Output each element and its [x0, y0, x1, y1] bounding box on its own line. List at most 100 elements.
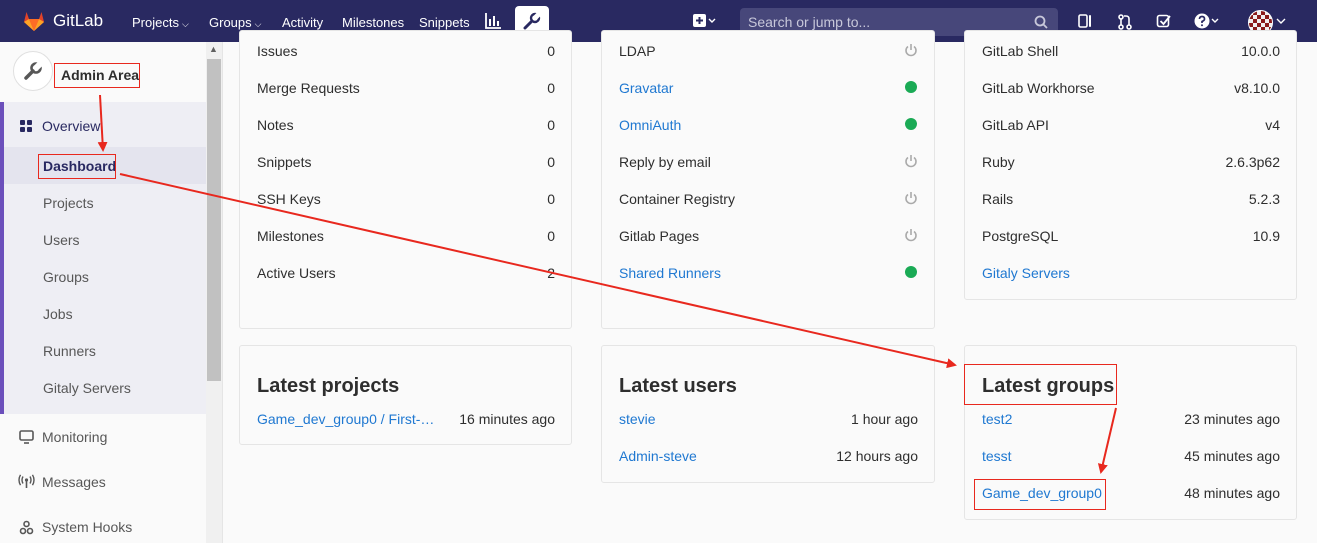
latest-projects-panel: Latest projects Game_dev_group0 / First-…	[239, 345, 572, 445]
sidebar-item-overview[interactable]: Overview	[42, 118, 100, 134]
chevron-down-icon: ⌵	[254, 19, 262, 29]
stat-value: 0	[547, 191, 555, 207]
component-version: 5.2.3	[1248, 191, 1280, 207]
nav-snippets-link[interactable]: Snippets	[419, 15, 470, 30]
stat-label: Notes	[257, 117, 294, 133]
annotation-box-group-link	[974, 479, 1106, 510]
group-time: 45 minutes ago	[1184, 448, 1280, 464]
component-version: 10.0.0	[1241, 43, 1280, 59]
user-link[interactable]: stevie	[619, 411, 656, 427]
feature-label: LDAP	[619, 43, 656, 59]
latest-users-heading: Latest users	[619, 375, 737, 397]
component-version: v8.10.0	[1234, 80, 1280, 96]
sidebar-scrollbar[interactable]: ▲	[206, 42, 222, 543]
group-link[interactable]: tesst	[982, 448, 1012, 464]
overview-grid-icon	[20, 120, 32, 132]
status-on-dot	[905, 81, 917, 93]
annotation-box-dashboard	[38, 154, 116, 179]
sidebar-item-system-hooks[interactable]: System Hooks	[42, 519, 132, 535]
stat-value: 0	[547, 80, 555, 96]
component-version: 2.6.3p62	[1225, 154, 1281, 170]
component-label: GitLab Workhorse	[982, 80, 1095, 96]
broadcast-icon	[18, 474, 35, 488]
feature-link[interactable]: Shared Runners	[619, 265, 721, 281]
new-item-plus-icon[interactable]	[692, 13, 716, 29]
stat-label: Active Users	[257, 265, 336, 281]
group-time: 48 minutes ago	[1184, 485, 1280, 501]
stat-label: Milestones	[257, 228, 324, 244]
gitlab-logo-icon[interactable]	[22, 9, 46, 33]
power-off-icon	[905, 155, 917, 168]
project-link[interactable]: Game_dev_group0 / First-project	[257, 411, 437, 427]
search-icon	[1034, 15, 1048, 29]
sidebar-item-gitaly-servers[interactable]: Gitaly Servers	[43, 380, 131, 396]
power-off-icon	[905, 44, 917, 57]
feature-label: Container Registry	[619, 191, 735, 207]
nav-projects-dropdown[interactable]: Projects ⌵	[132, 15, 189, 30]
analytics-chart-icon[interactable]	[484, 12, 502, 30]
stat-value: 0	[547, 154, 555, 170]
component-label: GitLab API	[982, 117, 1049, 133]
statistics-panel: Issues 0 Merge Requests 0 Notes 0 Snippe…	[239, 30, 572, 329]
power-off-icon	[905, 192, 917, 205]
stat-value: 0	[547, 228, 555, 244]
nav-projects-label: Projects	[132, 15, 179, 30]
annotation-box-latest-groups	[964, 364, 1117, 405]
component-version: v4	[1265, 117, 1280, 133]
sidebar-item-jobs[interactable]: Jobs	[43, 306, 73, 322]
latest-users-panel: Latest users stevie 1 hour ago Admin-ste…	[601, 345, 935, 483]
brand-name[interactable]: GitLab	[53, 11, 103, 31]
wrench-icon	[24, 61, 43, 80]
stat-value: 2	[547, 265, 555, 281]
stat-value: 0	[547, 117, 555, 133]
power-off-icon	[905, 229, 917, 242]
monitoring-icon	[19, 430, 34, 444]
group-link[interactable]: test2	[982, 411, 1012, 427]
merge-request-icon[interactable]	[1117, 13, 1133, 31]
component-label: Rails	[982, 191, 1014, 207]
feature-label: Gitlab Pages	[619, 228, 700, 244]
sidebar-item-runners[interactable]: Runners	[43, 343, 96, 359]
nav-milestones-link[interactable]: Milestones	[342, 15, 404, 30]
sidebar-item-monitoring[interactable]: Monitoring	[42, 429, 107, 445]
nav-groups-label: Groups	[209, 15, 252, 30]
sidebar-item-users[interactable]: Users	[43, 232, 80, 248]
wrench-icon	[523, 12, 541, 30]
user-link[interactable]: Admin-steve	[619, 448, 697, 464]
features-panel: LDAP Gravatar OmniAuth Reply by email Co…	[601, 30, 935, 329]
latest-projects-heading: Latest projects	[257, 375, 400, 397]
feature-link[interactable]: Gravatar	[619, 80, 673, 96]
group-time: 23 minutes ago	[1184, 411, 1280, 427]
status-on-dot	[905, 266, 917, 278]
stat-value: 0	[547, 43, 555, 59]
admin-sidebar: Admin Area Overview Dashboard Projects U…	[0, 42, 223, 543]
status-on-dot	[905, 118, 917, 130]
sidebar-item-messages[interactable]: Messages	[42, 474, 106, 490]
scrollbar-thumb[interactable]	[207, 59, 221, 381]
chevron-down-icon: ⌵	[181, 19, 189, 29]
component-version: 10.9	[1252, 228, 1280, 244]
scroll-up-arrow-icon[interactable]: ▲	[209, 44, 218, 54]
admin-area-avatar[interactable]	[13, 51, 53, 91]
stat-label: SSH Keys	[257, 191, 321, 207]
gitaly-servers-link[interactable]: Gitaly Servers	[982, 265, 1070, 281]
components-panel: GitLab Shell 10.0.0 GitLab Workhorse v8.…	[964, 30, 1297, 300]
todos-sidebar-icon[interactable]	[1077, 13, 1093, 29]
annotation-box-admin-area	[54, 63, 140, 88]
component-label: GitLab Shell	[982, 43, 1059, 59]
user-time: 12 hours ago	[836, 448, 918, 464]
user-time: 1 hour ago	[851, 411, 918, 427]
stat-label: Merge Requests	[257, 80, 360, 96]
chevron-down-icon[interactable]	[1276, 13, 1286, 29]
nav-activity-link[interactable]: Activity	[282, 15, 323, 30]
component-label: PostgreSQL	[982, 228, 1059, 244]
nav-groups-dropdown[interactable]: Groups ⌵	[209, 15, 261, 30]
sidebar-item-projects[interactable]: Projects	[43, 195, 94, 211]
component-label: Ruby	[982, 154, 1015, 170]
sidebar-item-groups[interactable]: Groups	[43, 269, 89, 285]
todo-check-icon[interactable]	[1156, 13, 1172, 29]
help-icon[interactable]	[1194, 13, 1220, 31]
feature-link[interactable]: OmniAuth	[619, 117, 681, 133]
project-time: 16 minutes ago	[459, 411, 555, 427]
feature-label: Reply by email	[619, 154, 711, 170]
